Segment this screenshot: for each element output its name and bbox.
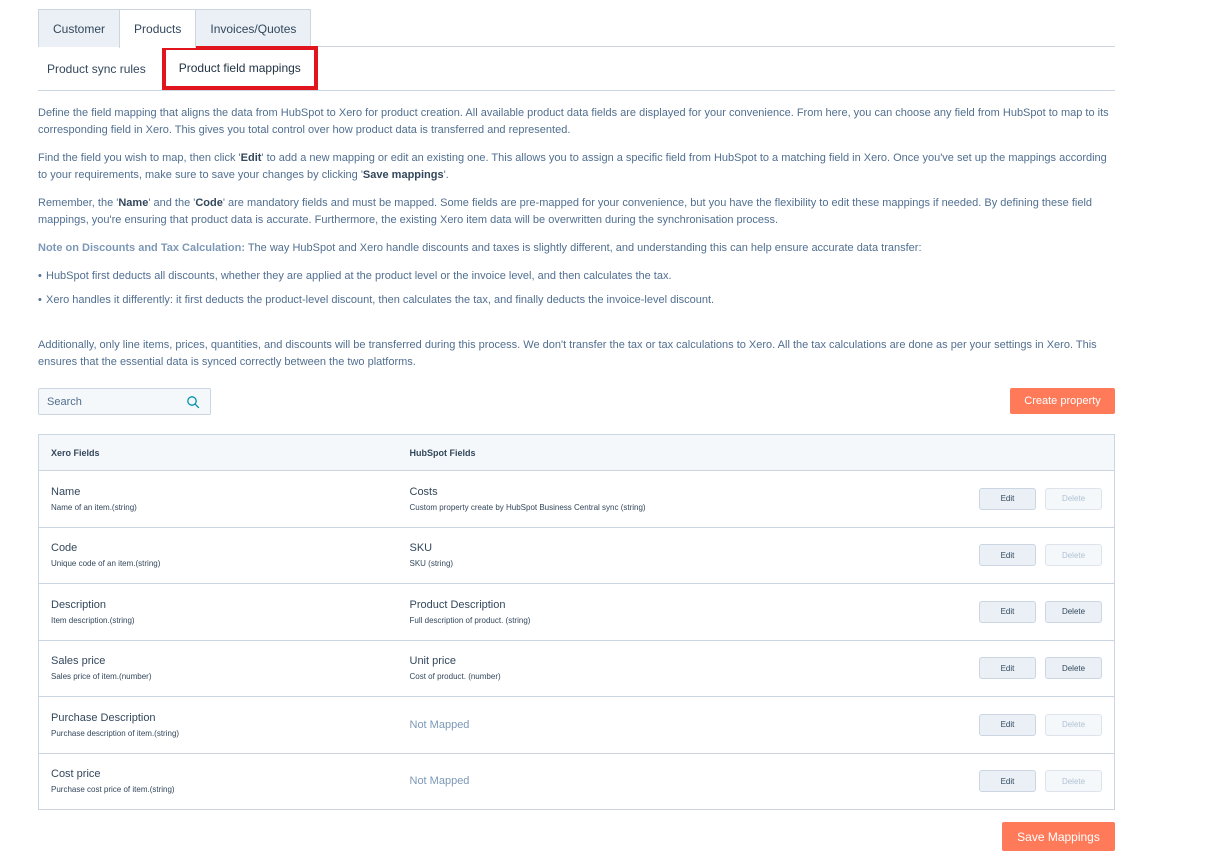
edit-button[interactable]: Edit (979, 713, 1036, 736)
search-input[interactable] (47, 395, 187, 408)
save-mappings-keyword: Save mappings (362, 169, 444, 181)
xero-field-desc: Sales price of item.(number) (51, 672, 152, 682)
xero-field-cell: Name Name of an item.(string) (38, 470, 398, 528)
search-box (38, 388, 211, 415)
hubspot-field-name: Costs (409, 485, 438, 498)
not-mapped-label: Not Mapped (409, 718, 470, 731)
text-segment: ' and the ' (148, 197, 196, 209)
edit-button[interactable]: Edit (979, 544, 1036, 567)
toolbar: Create property (38, 388, 1115, 415)
delete-button[interactable]: Delete (1045, 487, 1102, 510)
xero-field-cell: Purchase Description Purchase description… (38, 696, 398, 754)
subtab-product-field-mappings[interactable]: Product field mappings (161, 46, 318, 90)
note-bullets: HubSpot first deducts all discounts, whe… (38, 268, 1115, 309)
note-title: Note on Discounts and Tax Calculation: (38, 242, 245, 254)
delete-button[interactable]: Delete (1045, 657, 1102, 680)
table-row: Sales price Sales price of item.(number) … (38, 640, 1115, 697)
actions-cell: Edit Delete (914, 470, 1115, 528)
xero-field-desc: Purchase cost price of item.(string) (51, 785, 175, 795)
edit-button[interactable]: Edit (979, 770, 1036, 793)
delete-button[interactable]: Delete (1045, 770, 1102, 793)
table-row: Purchase Description Purchase description… (38, 696, 1115, 754)
table-row: Name Name of an item.(string) Costs Custom… (38, 470, 1115, 528)
hubspot-field-cell: Not Mapped (398, 753, 915, 810)
delete-button[interactable]: Delete (1045, 544, 1102, 567)
edit-keyword: Edit (240, 152, 262, 164)
xero-field-cell: Cost price Purchase cost price of item.(s… (39, 753, 398, 810)
list-item: Xero handles it differently: it first de… (38, 292, 1115, 309)
table-row: Cost price Purchase cost price of item.(s… (39, 753, 1115, 810)
xero-field-desc: Name of an item.(string) (51, 502, 137, 512)
actions-cell: Edit Delete (915, 753, 1115, 810)
note-text: The way HubSpot and Xero handle discount… (244, 242, 922, 254)
save-mappings-button[interactable]: Save Mappings (1002, 822, 1115, 851)
hubspot-field-cell: Product Description Full description of p… (397, 583, 915, 641)
column-header-actions (914, 434, 1115, 471)
column-header-xero: Xero Fields (38, 434, 398, 471)
hubspot-field-cell: Costs Custom property create by HubSpot B… (397, 470, 915, 528)
list-item: HubSpot first deducts all discounts, whe… (38, 268, 1115, 285)
text-segment: '. (443, 169, 449, 181)
actions-cell: Edit Delete (914, 640, 1115, 697)
tab-products[interactable]: Products (119, 9, 197, 48)
table-row: Code Unique code of an item.(string) SKU S… (38, 527, 1115, 584)
create-property-button[interactable]: Create property (1010, 388, 1115, 414)
xero-field-name: Cost price (51, 768, 101, 781)
description-intro: Define the field mapping that aligns the… (38, 107, 1109, 136)
edit-button[interactable]: Edit (979, 487, 1036, 510)
subtab-product-sync-rules[interactable]: Product sync rules (38, 47, 162, 90)
actions-cell: Edit Delete (914, 696, 1115, 754)
hubspot-field-cell: SKU SKU (string) (397, 527, 915, 584)
search-icon[interactable] (186, 395, 200, 409)
tab-customer[interactable]: Customer (38, 9, 121, 47)
table-header-row: Xero Fields HubSpot Fields (38, 434, 1115, 471)
hubspot-field-name: Unit price (409, 655, 456, 668)
description: Define the field mapping that aligns the… (38, 105, 1115, 371)
table-row: Description Item description.(string) Pro… (38, 583, 1115, 641)
description-additional: Additionally, only line items, prices, q… (38, 339, 1097, 368)
xero-field-desc: Unique code of an item.(string) (51, 559, 161, 569)
column-header-hubspot: HubSpot Fields (397, 434, 915, 471)
code-keyword: Code (195, 197, 223, 209)
integration-settings-panel: Customer Products Invoices/Quotes Produc… (38, 9, 1115, 810)
tab-invoices-quotes[interactable]: Invoices/Quotes (195, 9, 312, 47)
text-segment: Find the field you wish to map, then cli… (38, 152, 241, 164)
sub-tabs: Product sync rules Product field mapping… (38, 46, 1115, 91)
hubspot-field-desc: Cost of product. (number) (409, 672, 501, 682)
text-segment: Remember, the ' (38, 197, 119, 209)
field-mapping-table: Xero Fields HubSpot Fields Name Name of a… (38, 434, 1115, 810)
description-mandatory: Remember, the 'Name' and the 'Code' are … (38, 195, 1115, 229)
xero-field-cell: Code Unique code of an item.(string) (38, 527, 398, 584)
delete-button[interactable]: Delete (1045, 600, 1102, 623)
xero-field-name: Name (51, 485, 81, 498)
hubspot-field-name: SKU (409, 542, 433, 555)
xero-field-cell: Description Item description.(string) (38, 583, 398, 641)
actions-cell: Edit Delete (914, 527, 1115, 584)
xero-field-name: Sales price (51, 655, 106, 668)
xero-field-name: Purchase Description (51, 711, 156, 724)
top-tabs: Customer Products Invoices/Quotes (38, 9, 1115, 48)
actions-cell: Edit Delete (914, 583, 1115, 641)
xero-field-name: Description (51, 598, 107, 611)
hubspot-field-desc: Custom property create by HubSpot Busine… (409, 502, 646, 512)
hubspot-field-cell: Not Mapped (397, 696, 915, 754)
edit-button[interactable]: Edit (979, 600, 1036, 623)
xero-field-desc: Item description.(string) (51, 615, 135, 625)
hubspot-field-cell: Unit price Cost of product. (number) (397, 640, 915, 697)
delete-button[interactable]: Delete (1045, 713, 1102, 736)
hubspot-field-desc: SKU (string) (409, 559, 454, 569)
edit-button[interactable]: Edit (979, 657, 1036, 680)
hubspot-field-name: Product Description (409, 598, 506, 611)
description-note: Note on Discounts and Tax Calculation: T… (38, 240, 1115, 257)
xero-field-cell: Sales price Sales price of item.(number) (38, 640, 398, 697)
xero-field-desc: Purchase description of item.(string) (51, 728, 180, 738)
name-keyword: Name (118, 197, 149, 209)
description-instructions: Find the field you wish to map, then cli… (38, 150, 1115, 184)
hubspot-field-desc: Full description of product. (string) (409, 615, 531, 625)
not-mapped-label: Not Mapped (409, 775, 470, 788)
xero-field-name: Code (51, 542, 78, 555)
